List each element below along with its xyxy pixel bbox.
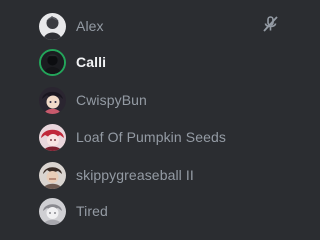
avatar-skippy — [39, 161, 66, 189]
mic-muted-icon — [261, 15, 279, 33]
avatar-calli — [39, 48, 66, 76]
voice-user-skippygreaseball-ii[interactable]: skippygreaseball II — [34, 159, 254, 191]
voice-user-tired[interactable]: Tired — [34, 195, 254, 227]
username: CwispyBun — [76, 92, 147, 108]
avatar-loaf — [39, 123, 66, 151]
username: Tired — [76, 203, 108, 219]
avatar-alex — [39, 12, 66, 40]
voice-user-alex[interactable]: Alex — [34, 10, 278, 42]
voice-channel-user-list: Alex Calli CwispyBun Loaf Of Pumpkin See… — [0, 0, 278, 240]
avatar-cwispybun — [39, 86, 66, 114]
voice-user-cwispybun[interactable]: CwispyBun — [34, 84, 254, 116]
voice-user-calli[interactable]: Calli — [34, 46, 254, 78]
username: Calli — [76, 54, 107, 70]
voice-user-loaf-of-pumpkin-seeds[interactable]: Loaf Of Pumpkin Seeds — [34, 121, 254, 153]
username: Loaf Of Pumpkin Seeds — [76, 129, 226, 145]
avatar-tired — [39, 197, 66, 225]
username: skippygreaseball II — [76, 167, 194, 183]
username: Alex — [76, 18, 104, 34]
